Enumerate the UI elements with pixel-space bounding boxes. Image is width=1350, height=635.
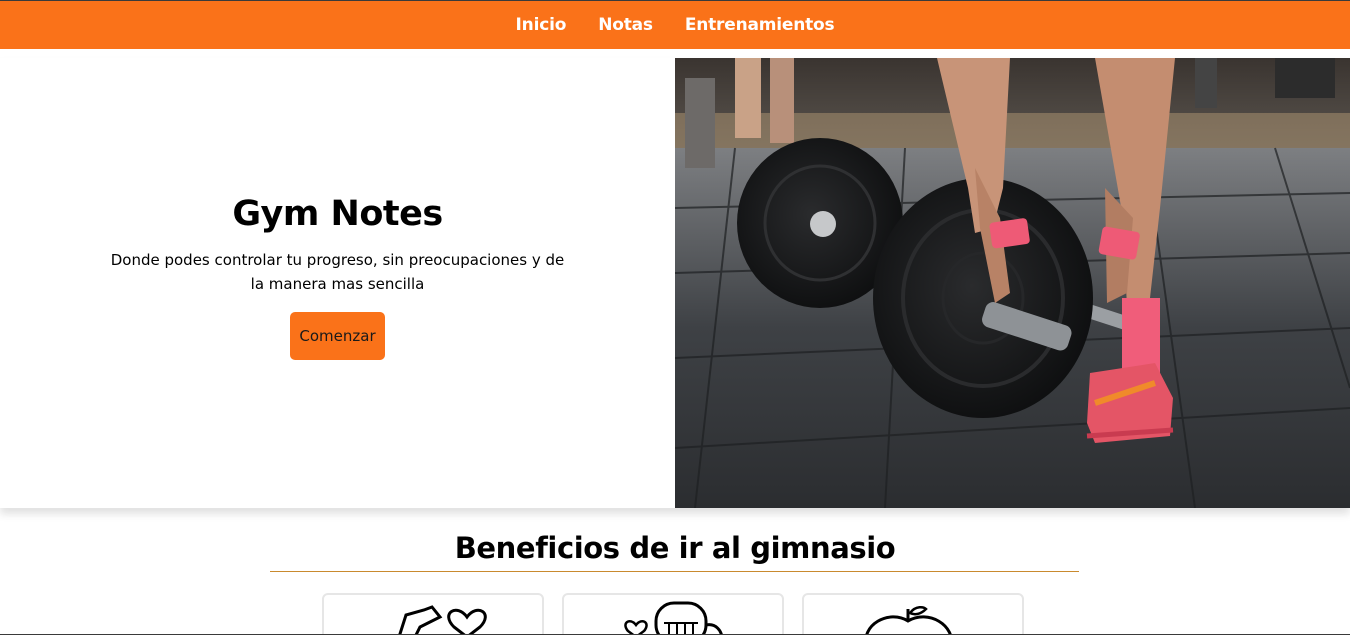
benefits-title: Beneficios de ir al gimnasio: [454, 531, 896, 565]
hero-text-panel: Gym Notes Donde podes controlar tu progr…: [0, 58, 675, 508]
hero-title: Gym Notes: [232, 194, 443, 234]
nav-link-inicio[interactable]: Inicio: [516, 15, 567, 35]
benefits-divider: [270, 571, 1079, 572]
benefits-cards: [322, 593, 1024, 634]
benefit-card-nutrition: [802, 593, 1024, 634]
heart-lungs-icon: [624, 601, 723, 634]
benefits-section: Beneficios de ir al gimnasio: [0, 531, 1350, 634]
hero-description: Donde podes controlar tu progreso, sin p…: [110, 251, 565, 293]
nav-link-entrenamientos[interactable]: Entrenamientos: [685, 15, 835, 35]
page: Inicio Notas Entrenamientos Gym Notes Do…: [0, 0, 1350, 635]
benefit-card-strength: [322, 593, 544, 634]
comenzar-button[interactable]: Comenzar: [290, 312, 385, 360]
nav-link-notas[interactable]: Notas: [598, 15, 653, 35]
apple-icon: [865, 606, 952, 634]
barbell-photo-illustration: [675, 58, 1350, 508]
top-navbar: Inicio Notas Entrenamientos: [0, 1, 1350, 49]
benefit-card-health: [562, 593, 784, 634]
hero-section: Gym Notes Donde podes controlar tu progr…: [0, 58, 1350, 508]
hero-barbell-image: [675, 58, 1350, 508]
flexed-arm-heart-icon: [398, 605, 487, 634]
